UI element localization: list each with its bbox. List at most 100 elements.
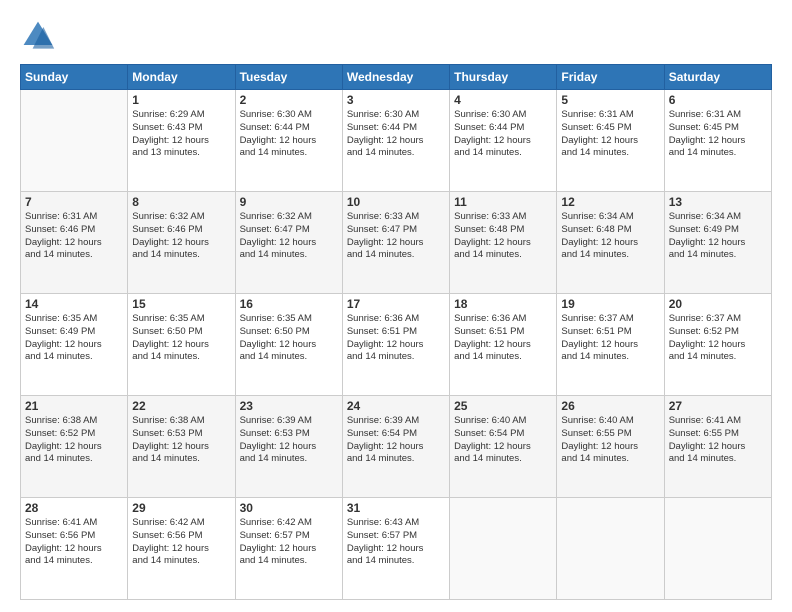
calendar-cell: 12 Sunrise: 6:34 AM Sunset: 6:48 PM Dayli… <box>557 192 664 294</box>
day-number: 12 <box>561 195 659 209</box>
calendar-cell: 15 Sunrise: 6:35 AM Sunset: 6:50 PM Dayli… <box>128 294 235 396</box>
day-info: Sunrise: 6:37 AM Sunset: 6:52 PM Dayligh… <box>669 313 767 364</box>
calendar-cell: 28Sunrise: 6:41 AM Sunset: 6:56 PM Dayli… <box>21 498 128 600</box>
calendar-week-row: 28Sunrise: 6:41 AM Sunset: 6:56 PM Dayli… <box>21 498 772 600</box>
day-info: Sunrise: 6:34 AM Sunset: 6:48 PM Dayligh… <box>561 211 659 262</box>
day-number: 25 <box>454 399 552 413</box>
day-info: Sunrise: 6:35 AM Sunset: 6:50 PM Dayligh… <box>132 313 230 364</box>
day-info: Sunrise: 6:33 AM Sunset: 6:47 PM Dayligh… <box>347 211 445 262</box>
calendar-week-row: 21 Sunrise: 6:38 AM Sunset: 6:52 PM Dayli… <box>21 396 772 498</box>
day-number: 15 <box>132 297 230 311</box>
day-number: 2 <box>240 93 338 107</box>
weekday-header-sunday: Sunday <box>21 65 128 90</box>
logo <box>20 18 62 54</box>
day-number: 8 <box>132 195 230 209</box>
day-number: 14 <box>25 297 123 311</box>
calendar-week-row: 1Sunrise: 6:29 AM Sunset: 6:43 PM Daylig… <box>21 90 772 192</box>
day-number: 10 <box>347 195 445 209</box>
calendar-cell: 27 Sunrise: 6:41 AM Sunset: 6:55 PM Dayli… <box>664 396 771 498</box>
day-number: 7 <box>25 195 123 209</box>
day-info: Sunrise: 6:30 AM Sunset: 6:44 PM Dayligh… <box>240 109 338 160</box>
weekday-header-thursday: Thursday <box>450 65 557 90</box>
day-info: Sunrise: 6:40 AM Sunset: 6:55 PM Dayligh… <box>561 415 659 466</box>
calendar-cell <box>21 90 128 192</box>
day-info: Sunrise: 6:37 AM Sunset: 6:51 PM Dayligh… <box>561 313 659 364</box>
day-info: Sunrise: 6:35 AM Sunset: 6:50 PM Dayligh… <box>240 313 338 364</box>
day-number: 18 <box>454 297 552 311</box>
calendar-cell: 3 Sunrise: 6:30 AM Sunset: 6:44 PM Daylig… <box>342 90 449 192</box>
day-info: Sunrise: 6:30 AM Sunset: 6:44 PM Dayligh… <box>454 109 552 160</box>
day-info: Sunrise: 6:31 AM Sunset: 6:46 PM Dayligh… <box>25 211 123 262</box>
calendar-cell: 11 Sunrise: 6:33 AM Sunset: 6:48 PM Dayli… <box>450 192 557 294</box>
calendar-cell: 22 Sunrise: 6:38 AM Sunset: 6:53 PM Dayli… <box>128 396 235 498</box>
calendar-cell: 8 Sunrise: 6:32 AM Sunset: 6:46 PM Daylig… <box>128 192 235 294</box>
day-number: 11 <box>454 195 552 209</box>
day-info: Sunrise: 6:30 AM Sunset: 6:44 PM Dayligh… <box>347 109 445 160</box>
day-number: 28 <box>25 501 123 515</box>
day-info: Sunrise: 6:35 AM Sunset: 6:49 PM Dayligh… <box>25 313 123 364</box>
calendar-cell: 7 Sunrise: 6:31 AM Sunset: 6:46 PM Daylig… <box>21 192 128 294</box>
day-info: Sunrise: 6:32 AM Sunset: 6:47 PM Dayligh… <box>240 211 338 262</box>
weekday-header-row: SundayMondayTuesdayWednesdayThursdayFrid… <box>21 65 772 90</box>
calendar-table: SundayMondayTuesdayWednesdayThursdayFrid… <box>20 64 772 600</box>
day-info: Sunrise: 6:36 AM Sunset: 6:51 PM Dayligh… <box>347 313 445 364</box>
day-number: 23 <box>240 399 338 413</box>
day-info: Sunrise: 6:38 AM Sunset: 6:52 PM Dayligh… <box>25 415 123 466</box>
calendar-cell: 20Sunrise: 6:37 AM Sunset: 6:52 PM Dayli… <box>664 294 771 396</box>
day-info: Sunrise: 6:43 AM Sunset: 6:57 PM Dayligh… <box>347 517 445 568</box>
calendar-cell: 30 Sunrise: 6:42 AM Sunset: 6:57 PM Dayli… <box>235 498 342 600</box>
day-number: 6 <box>669 93 767 107</box>
calendar-cell <box>664 498 771 600</box>
day-info: Sunrise: 6:31 AM Sunset: 6:45 PM Dayligh… <box>669 109 767 160</box>
day-info: Sunrise: 6:33 AM Sunset: 6:48 PM Dayligh… <box>454 211 552 262</box>
day-number: 26 <box>561 399 659 413</box>
day-number: 31 <box>347 501 445 515</box>
day-number: 13 <box>669 195 767 209</box>
calendar-cell <box>450 498 557 600</box>
calendar-cell: 16 Sunrise: 6:35 AM Sunset: 6:50 PM Dayli… <box>235 294 342 396</box>
day-info: Sunrise: 6:32 AM Sunset: 6:46 PM Dayligh… <box>132 211 230 262</box>
day-number: 9 <box>240 195 338 209</box>
calendar-cell: 10 Sunrise: 6:33 AM Sunset: 6:47 PM Dayli… <box>342 192 449 294</box>
day-info: Sunrise: 6:40 AM Sunset: 6:54 PM Dayligh… <box>454 415 552 466</box>
day-info: Sunrise: 6:31 AM Sunset: 6:45 PM Dayligh… <box>561 109 659 160</box>
logo-icon <box>20 18 56 54</box>
day-number: 19 <box>561 297 659 311</box>
day-info: Sunrise: 6:39 AM Sunset: 6:54 PM Dayligh… <box>347 415 445 466</box>
calendar-cell: 25 Sunrise: 6:40 AM Sunset: 6:54 PM Dayli… <box>450 396 557 498</box>
day-info: Sunrise: 6:38 AM Sunset: 6:53 PM Dayligh… <box>132 415 230 466</box>
calendar-cell: 9 Sunrise: 6:32 AM Sunset: 6:47 PM Daylig… <box>235 192 342 294</box>
calendar-cell: 2 Sunrise: 6:30 AM Sunset: 6:44 PM Daylig… <box>235 90 342 192</box>
calendar-cell: 14 Sunrise: 6:35 AM Sunset: 6:49 PM Dayli… <box>21 294 128 396</box>
calendar-cell: 23 Sunrise: 6:39 AM Sunset: 6:53 PM Dayli… <box>235 396 342 498</box>
calendar-cell: 24 Sunrise: 6:39 AM Sunset: 6:54 PM Dayli… <box>342 396 449 498</box>
weekday-header-monday: Monday <box>128 65 235 90</box>
day-number: 3 <box>347 93 445 107</box>
day-number: 1 <box>132 93 230 107</box>
day-number: 4 <box>454 93 552 107</box>
header <box>20 18 772 54</box>
calendar-cell: 31 Sunrise: 6:43 AM Sunset: 6:57 PM Dayli… <box>342 498 449 600</box>
calendar-cell: 29Sunrise: 6:42 AM Sunset: 6:56 PM Dayli… <box>128 498 235 600</box>
day-info: Sunrise: 6:39 AM Sunset: 6:53 PM Dayligh… <box>240 415 338 466</box>
day-number: 29 <box>132 501 230 515</box>
day-info: Sunrise: 6:41 AM Sunset: 6:55 PM Dayligh… <box>669 415 767 466</box>
page: SundayMondayTuesdayWednesdayThursdayFrid… <box>0 0 792 612</box>
calendar-cell: 19 Sunrise: 6:37 AM Sunset: 6:51 PM Dayli… <box>557 294 664 396</box>
weekday-header-wednesday: Wednesday <box>342 65 449 90</box>
weekday-header-tuesday: Tuesday <box>235 65 342 90</box>
calendar-cell: 17Sunrise: 6:36 AM Sunset: 6:51 PM Dayli… <box>342 294 449 396</box>
calendar-cell: 13Sunrise: 6:34 AM Sunset: 6:49 PM Dayli… <box>664 192 771 294</box>
day-number: 16 <box>240 297 338 311</box>
day-number: 27 <box>669 399 767 413</box>
day-number: 24 <box>347 399 445 413</box>
calendar-week-row: 14 Sunrise: 6:35 AM Sunset: 6:49 PM Dayli… <box>21 294 772 396</box>
day-number: 30 <box>240 501 338 515</box>
calendar-cell: 1Sunrise: 6:29 AM Sunset: 6:43 PM Daylig… <box>128 90 235 192</box>
day-info: Sunrise: 6:36 AM Sunset: 6:51 PM Dayligh… <box>454 313 552 364</box>
day-number: 22 <box>132 399 230 413</box>
weekday-header-friday: Friday <box>557 65 664 90</box>
day-number: 21 <box>25 399 123 413</box>
day-number: 5 <box>561 93 659 107</box>
day-info: Sunrise: 6:42 AM Sunset: 6:57 PM Dayligh… <box>240 517 338 568</box>
